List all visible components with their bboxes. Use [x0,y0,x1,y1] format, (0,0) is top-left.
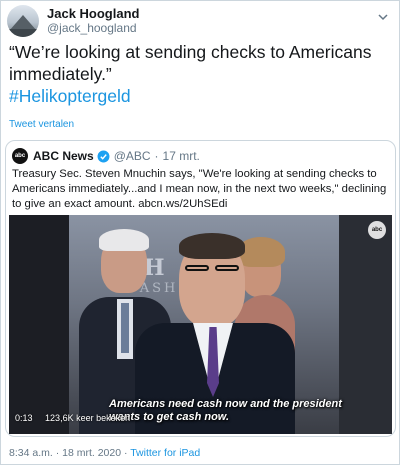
abc-logo: abc [368,221,386,239]
video-player[interactable]: WH E WASH [9,215,392,434]
translate-tweet-link[interactable]: Tweet vertalen [9,119,74,130]
author-avatar[interactable] [7,5,39,37]
tweet-header: Jack Hoogland @jack_hoogland [7,5,139,37]
tweet-footer: 8:34 a.m. · 18 mrt. 2020 · Twitter for i… [9,447,200,459]
author-handle[interactable]: @jack_hoogland [47,21,139,36]
video-meta: 0:13 123,6K keer bekeken [15,413,140,423]
separator-dot: · [154,149,159,163]
hashtag-link[interactable]: #Helikoptergeld [9,85,393,107]
tweet-timestamp[interactable]: 8:34 a.m. · 18 mrt. 2020 · [9,447,130,459]
tweet-body: “We’re looking at sending checks to Amer… [9,41,393,107]
tweet-card: Jack Hoogland @jack_hoogland “We’re look… [0,0,400,465]
video-duration: 0:13 [15,413,33,423]
video-caption: Americans need cash now and the presiden… [109,398,342,423]
tweet-text: “We’re looking at sending checks to Amer… [9,42,372,84]
tweet-source-link[interactable]: Twitter for iPad [130,447,200,459]
abc-news-avatar: abc [12,148,28,164]
quoted-tweet[interactable]: abc ABC News @ABC · 17 mrt. Treasury Sec… [5,140,396,437]
quoted-tweet-text: Treasury Sec. Steven Mnuchin says, "We'r… [12,168,387,210]
quoted-author-name: ABC News [33,149,94,163]
author-display-name[interactable]: Jack Hoogland [47,6,139,21]
quoted-author-handle: @ABC [113,149,151,163]
video-view-count: 123,6K keer bekeken [45,413,131,423]
caret-down-icon[interactable] [377,11,389,23]
author-names: Jack Hoogland @jack_hoogland [47,6,139,36]
quoted-date: 17 mrt. [162,149,200,163]
verified-badge-icon [97,150,110,162]
quoted-tweet-header: abc ABC News @ABC · 17 mrt. [12,148,200,164]
